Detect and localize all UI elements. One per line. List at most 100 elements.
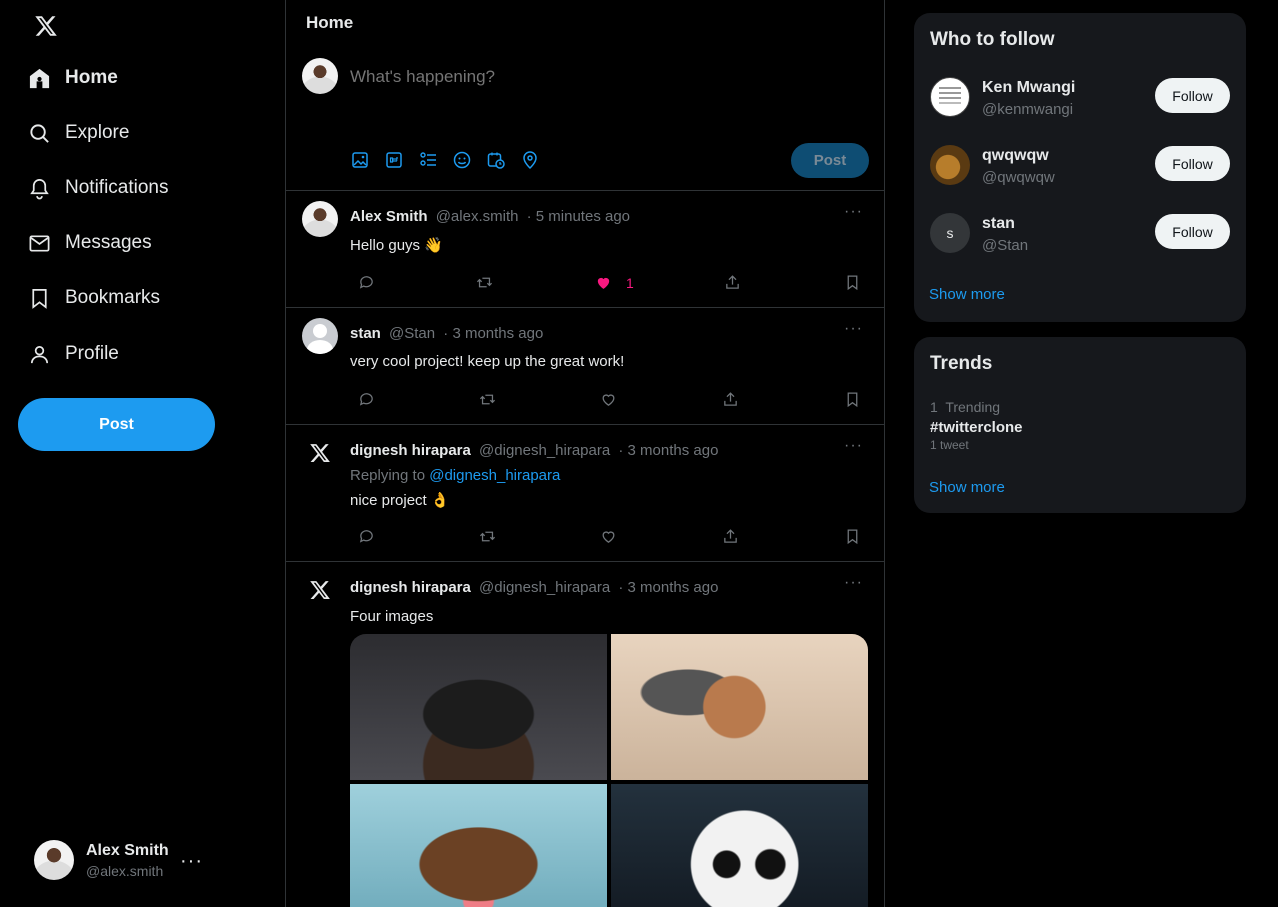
gif-icon[interactable]: [384, 150, 404, 170]
x-logo-icon[interactable]: [34, 14, 58, 38]
who-to-follow-card: Who to follow Ken Mwangi @kenmwangi Foll…: [914, 13, 1246, 322]
schedule-icon[interactable]: [486, 150, 506, 170]
share-icon: [724, 529, 737, 543]
follow-suggestion[interactable]: Ken Mwangi @kenmwangi Follow: [930, 77, 1230, 121]
suggestion-handle: @Stan: [982, 237, 1029, 254]
sidebar-item-home[interactable]: Home: [28, 60, 118, 96]
account-switcher[interactable]: Alex Smith @alex.smith: [34, 840, 169, 880]
bell-icon: [30, 178, 49, 199]
follow-suggestion[interactable]: s stan @Stan Follow: [930, 213, 1230, 257]
more-icon[interactable]: ···: [844, 203, 863, 221]
tweet-author-name[interactable]: dignesh hirapara: [350, 579, 471, 596]
tweet-actions: [350, 391, 870, 411]
tweet-actions: [350, 528, 870, 548]
follow-button[interactable]: Follow: [1155, 214, 1230, 249]
sidebar-item-bookmarks[interactable]: Bookmarks: [28, 280, 160, 316]
poll-icon[interactable]: [418, 150, 438, 170]
suggestion-name: Ken Mwangi: [982, 79, 1076, 96]
like-button[interactable]: [600, 391, 617, 408]
image-icon[interactable]: [350, 150, 370, 170]
tweet-author-name[interactable]: dignesh hirapara: [350, 442, 471, 459]
tweet-image[interactable]: [611, 634, 868, 780]
sidebar-item-profile[interactable]: Profile: [28, 336, 119, 372]
show-more-link[interactable]: Show more: [929, 286, 1005, 303]
tweet-time: · 3 months ago: [618, 579, 719, 596]
suggestion-handle: @kenmwangi: [982, 101, 1074, 118]
retweet-button[interactable]: [479, 528, 496, 545]
retweet-icon: [479, 531, 496, 542]
emoji-icon[interactable]: [452, 150, 472, 170]
tweet-image[interactable]: [611, 784, 868, 907]
post-button[interactable]: Post: [18, 398, 215, 451]
compose-input[interactable]: [350, 67, 830, 87]
like-button[interactable]: 1: [595, 274, 634, 291]
bookmark-icon: [32, 288, 47, 309]
bookmark-icon: [847, 392, 858, 408]
tweet-image[interactable]: [350, 784, 607, 907]
follow-button[interactable]: Follow: [1155, 146, 1230, 181]
sidebar-item-messages[interactable]: Messages: [28, 225, 152, 261]
trend-hashtag[interactable]: #twitterclone: [930, 419, 1023, 436]
avatar[interactable]: [302, 318, 338, 354]
tweet-text: nice project 👌: [350, 492, 450, 509]
reply-context: Replying to @dignesh_hirapara: [350, 467, 560, 484]
share-button[interactable]: [722, 391, 739, 408]
more-icon[interactable]: ···: [844, 320, 863, 338]
more-icon[interactable]: ···: [844, 574, 863, 592]
tweet[interactable]: dignesh hirapara @dignesh_hirapara · 3 m…: [286, 425, 884, 562]
sidebar-item-label: Messages: [65, 232, 152, 253]
tweet-media-grid: [350, 634, 868, 907]
follow-button[interactable]: Follow: [1155, 78, 1230, 113]
search-icon: [30, 123, 49, 143]
tweet-text: very cool project! keep up the great wor…: [350, 353, 625, 370]
page-title: Home: [306, 13, 354, 32]
tweet-time: · 5 minutes ago: [526, 208, 631, 225]
card-title: Who to follow: [930, 29, 1055, 50]
bookmark-button[interactable]: [844, 391, 861, 408]
heart-filled-icon: [597, 277, 610, 289]
tweet-author-name[interactable]: Alex Smith: [350, 208, 428, 225]
tweet-header: stan @Stan · 3 months ago: [350, 325, 543, 342]
composer-toolbar: [350, 150, 540, 170]
avatar[interactable]: [302, 201, 338, 237]
tweet[interactable]: Alex Smith @alex.smith · 5 minutes ago ·…: [286, 191, 884, 308]
show-more-link[interactable]: Show more: [929, 479, 1005, 496]
reply-mention-link[interactable]: @dignesh_hirapara: [429, 467, 560, 484]
reply-button[interactable]: [358, 528, 375, 545]
sidebar-item-notifications[interactable]: Notifications: [28, 170, 169, 206]
compose-post-button[interactable]: Post: [791, 143, 869, 178]
tweet-text: Hello guys 👋: [350, 237, 443, 254]
reply-icon: [359, 530, 373, 543]
more-icon[interactable]: ···: [180, 850, 203, 873]
x-logo-icon[interactable]: [302, 572, 338, 608]
follow-suggestion[interactable]: qwqwqw @qwqwqw Follow: [930, 145, 1230, 189]
reply-prefix: Replying to: [350, 467, 426, 484]
retweet-button[interactable]: [479, 391, 496, 408]
sidebar-item-explore[interactable]: Explore: [28, 115, 129, 151]
tweet[interactable]: stan @Stan · 3 months ago ··· very cool …: [286, 308, 884, 425]
trend-label: Trending: [945, 399, 1001, 415]
sidebar-item-label: Home: [65, 67, 118, 88]
tweet-text: Four images: [350, 608, 434, 625]
tweet-header: dignesh hirapara @dignesh_hirapara · 3 m…: [350, 442, 718, 459]
tweet-author-name[interactable]: stan: [350, 325, 381, 342]
share-button[interactable]: [722, 528, 739, 545]
share-button[interactable]: [724, 274, 741, 291]
reply-button[interactable]: [358, 391, 375, 408]
trend-meta: 1 Trending: [930, 399, 1000, 415]
bookmark-button[interactable]: [844, 274, 861, 291]
sidebar-item-label: Notifications: [65, 177, 169, 198]
reply-button[interactable]: [358, 274, 375, 291]
retweet-button[interactable]: [476, 274, 493, 291]
location-icon[interactable]: [520, 150, 540, 170]
sidebar-item-label: Bookmarks: [65, 287, 161, 308]
bookmark-button[interactable]: [844, 528, 861, 545]
more-icon[interactable]: ···: [844, 437, 863, 455]
x-logo-icon[interactable]: [302, 435, 338, 471]
tweet-image[interactable]: [350, 634, 607, 780]
card-title: Trends: [930, 353, 993, 374]
bookmark-icon: [847, 529, 858, 545]
main-timeline: Home Post Alex Smith @alex.smith · 5 min…: [285, 0, 885, 907]
like-button[interactable]: [600, 528, 617, 545]
tweet[interactable]: dignesh hirapara @dignesh_hirapara · 3 m…: [286, 562, 884, 907]
